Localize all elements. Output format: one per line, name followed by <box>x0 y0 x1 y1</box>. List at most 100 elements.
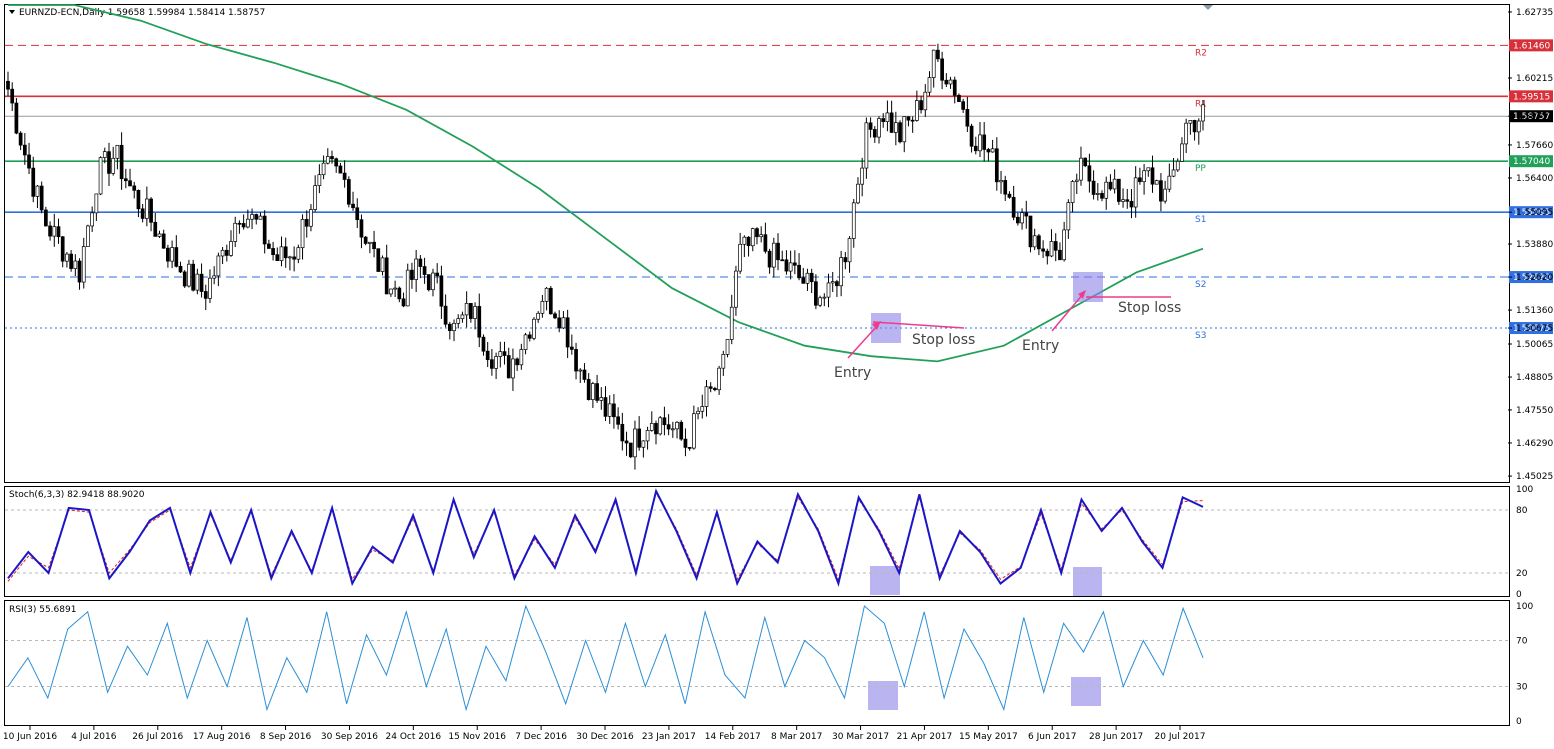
candle <box>1016 212 1020 226</box>
candle <box>843 252 848 270</box>
candle <box>14 97 19 135</box>
candle <box>233 216 238 248</box>
candle <box>1121 188 1125 208</box>
candle <box>473 302 477 330</box>
candle <box>515 357 519 371</box>
candle <box>822 293 827 307</box>
candle <box>1083 157 1088 168</box>
candle <box>195 268 200 295</box>
candle <box>595 374 599 403</box>
candle <box>898 120 902 144</box>
candle <box>279 236 284 267</box>
date-tick-label: 30 Dec 2016 <box>576 732 634 742</box>
candle <box>818 295 822 308</box>
candle <box>835 279 839 297</box>
candle <box>628 442 633 459</box>
candle <box>241 214 246 230</box>
candle <box>435 263 440 284</box>
date-tick-label: 17 Aug 2016 <box>193 732 251 742</box>
candle <box>788 250 793 280</box>
chart-shift-marker-icon[interactable] <box>1203 5 1213 10</box>
candle <box>283 237 288 268</box>
candle <box>527 331 532 342</box>
candle <box>1053 233 1058 262</box>
candle <box>481 334 486 356</box>
candle <box>60 236 65 268</box>
candle <box>805 268 810 291</box>
rsi-indicator: 100 70 30 0 <box>5 602 1533 727</box>
candle <box>839 250 843 297</box>
candle <box>1180 137 1184 162</box>
price-tick-label: 1.50675 <box>1516 324 1553 334</box>
candle <box>763 222 768 254</box>
entry-label-1: Entry <box>834 365 871 381</box>
candle <box>936 43 940 63</box>
date-tick-label: 30 Sep 2016 <box>321 732 378 742</box>
candle <box>73 254 78 277</box>
candle <box>612 394 616 429</box>
date-tick-label: 14 Feb 2017 <box>705 732 761 742</box>
candle <box>603 386 608 421</box>
pivot-price-label: 1.61460 <box>1513 41 1550 51</box>
highlight-box <box>870 566 900 595</box>
highlight-box <box>868 681 898 710</box>
candle <box>696 407 700 420</box>
candle <box>456 314 461 329</box>
candle <box>1188 120 1193 135</box>
candle <box>469 303 473 323</box>
candle <box>957 93 961 103</box>
price-tick-label: 1.57660 <box>1516 141 1553 151</box>
candle <box>607 395 612 424</box>
candle <box>1041 240 1045 258</box>
candle <box>1184 118 1189 154</box>
stochastic-oscillator: 100 80 20 0 <box>5 485 1533 600</box>
trading-chart[interactable]: EURNZD-ECN,Daily 1.59658 1.59984 1.58414… <box>0 0 1554 749</box>
candle <box>633 420 637 470</box>
candle <box>128 168 132 187</box>
pivot-price-label: 1.57040 <box>1513 157 1550 167</box>
candle <box>755 227 759 245</box>
date-tick-label: 7 Dec 2016 <box>515 732 567 742</box>
price-tick-label: 1.51360 <box>1516 306 1553 316</box>
pivot-label-r1: R1 <box>1195 99 1207 109</box>
candle <box>1007 191 1012 199</box>
candle <box>464 291 469 328</box>
stoch-level-label: 80 <box>1516 506 1528 516</box>
candle <box>1138 167 1142 185</box>
candle <box>145 186 149 227</box>
candle <box>212 266 217 285</box>
candle <box>532 317 536 341</box>
candle <box>1133 166 1138 218</box>
candle <box>237 220 242 234</box>
price-tick-label: 1.45025 <box>1516 472 1553 482</box>
candle <box>22 133 27 165</box>
candle <box>275 247 280 261</box>
candle <box>1154 179 1159 185</box>
candle <box>540 294 545 318</box>
candle <box>86 224 90 247</box>
candle <box>300 214 305 260</box>
candle <box>220 246 225 265</box>
date-axis[interactable]: 10 Jun 2016 4 Jul 2016 26 Jul 2016 17 Aug 2… <box>3 726 1206 742</box>
candle <box>847 236 852 273</box>
candle <box>203 284 208 311</box>
price-tick-label: 1.56400 <box>1516 174 1553 184</box>
candle <box>637 416 642 451</box>
candle <box>376 248 381 272</box>
candle <box>1045 248 1050 265</box>
candle <box>830 271 835 292</box>
candle <box>578 368 583 383</box>
price-axis[interactable]: 1.62735 1.60215 1.58757 1.57660 1.56400 1.550… <box>1508 8 1553 482</box>
candle <box>729 294 734 345</box>
moving-average-200 <box>8 4 1204 363</box>
stoch-series-1 <box>7 488 1204 587</box>
candle <box>460 311 465 323</box>
highlight-box <box>1071 677 1101 706</box>
candle <box>380 255 385 276</box>
date-tick-label: 26 Jul 2016 <box>132 732 183 742</box>
candle <box>986 147 991 162</box>
collapse-triangle-icon[interactable] <box>9 10 15 14</box>
candle <box>645 426 650 450</box>
candle <box>927 71 932 96</box>
candle <box>1011 185 1016 221</box>
